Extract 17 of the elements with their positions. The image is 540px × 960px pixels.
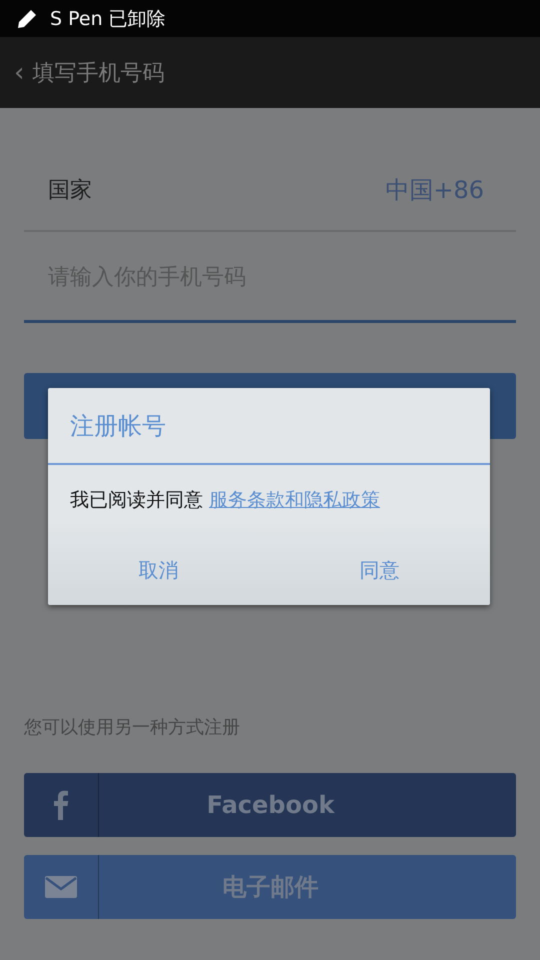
status-text: S Pen 已卸除 — [50, 6, 166, 32]
facebook-button[interactable]: Facebook — [24, 773, 516, 837]
dialog-message: 我已阅读并同意 — [70, 489, 203, 511]
facebook-icon — [53, 790, 69, 820]
mail-icon — [45, 876, 77, 898]
page-title: 填写手机号码 — [32, 60, 164, 88]
email-button[interactable]: 电子邮件 — [24, 855, 516, 919]
dialog-title: 注册帐号 — [48, 388, 490, 465]
alternative-hint: 您可以使用另一种方式注册 — [24, 716, 241, 739]
dialog-button[interactable]: 同意 — [269, 535, 490, 605]
country-value: 中国+86 — [385, 175, 484, 206]
dialog-button[interactable]: 取消 — [48, 535, 269, 605]
terms-link[interactable]: 服务条款和隐私政策 — [209, 489, 380, 511]
back-button[interactable]: ‹ — [14, 58, 24, 88]
country-label: 国家 — [48, 177, 92, 205]
country-row[interactable]: 国家 中国+86 — [24, 150, 516, 232]
pen-icon — [16, 8, 38, 30]
